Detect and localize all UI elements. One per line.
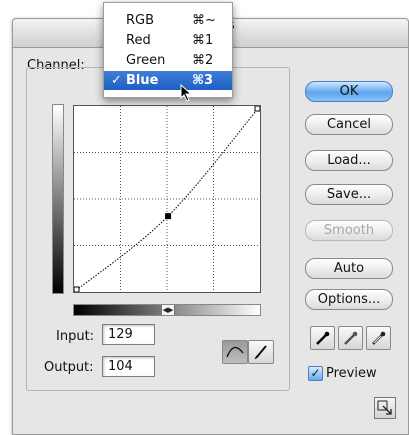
black-eyedropper-icon [316, 331, 330, 345]
menu-item-label: Red [126, 33, 151, 48]
menu-item-label: Green [126, 53, 166, 68]
pencil-icon [254, 345, 267, 360]
white-eyedropper-icon [372, 331, 386, 345]
menu-item-label: RGB [126, 13, 155, 28]
curve-tools [222, 340, 274, 364]
menu-item-shortcut: ⌘2 [192, 53, 214, 68]
curve-endpoint[interactable] [74, 286, 80, 292]
curve-graph[interactable] [73, 105, 261, 293]
white-eyedropper-button[interactable] [366, 326, 391, 350]
pencil-tool[interactable] [248, 340, 274, 364]
cancel-button[interactable]: Cancel [305, 114, 393, 135]
output-label: Output: [44, 360, 94, 375]
ok-button[interactable]: OK [305, 81, 393, 102]
expand-dialog-button[interactable] [374, 397, 396, 419]
channel-dropdown-menu[interactable]: RGB ⌘~ Red ⌘1 Green ⌘2 ✓ Blue ⌘3 [103, 2, 233, 98]
preview-checkbox[interactable]: ✓ [308, 366, 323, 381]
input-label: Input: [56, 329, 95, 344]
output-gradient-bar [52, 104, 64, 294]
gray-eyedropper-button[interactable] [338, 326, 363, 350]
expand-icon [377, 400, 392, 415]
input-gradient-bar: ◀▶ [73, 304, 261, 316]
input-field[interactable]: 129 [102, 324, 155, 345]
output-field[interactable]: 104 [102, 356, 155, 377]
curve-endpoint[interactable] [254, 106, 260, 112]
curve-point-tool[interactable] [222, 340, 248, 364]
menu-item-green[interactable]: Green ⌘2 [104, 51, 232, 70]
menu-item-shortcut: ⌘3 [192, 73, 214, 88]
curve-graph-svg [74, 106, 260, 292]
menu-item-shortcut: ⌘~ [192, 13, 216, 28]
smooth-button: Smooth [305, 220, 393, 241]
load-button[interactable]: Load... [305, 150, 393, 171]
menu-checkmark: ✓ [111, 73, 122, 88]
mouse-cursor-icon [180, 83, 194, 106]
curve-grid [74, 106, 260, 292]
menu-item-label: Blue [126, 73, 159, 88]
curve-control-point[interactable] [165, 213, 172, 220]
curve-tool-icon [226, 346, 244, 358]
preview-label: Preview [326, 366, 377, 381]
options-button[interactable]: Options... [305, 289, 393, 310]
checkmark-icon: ✓ [310, 366, 321, 380]
gradient-toggle-icon[interactable]: ◀▶ [161, 305, 175, 315]
black-eyedropper-button[interactable] [310, 326, 335, 350]
menu-item-red[interactable]: Red ⌘1 [104, 31, 232, 50]
menu-item-shortcut: ⌘1 [192, 33, 214, 48]
menu-item-rgb[interactable]: RGB ⌘~ [104, 11, 232, 30]
auto-button[interactable]: Auto [305, 258, 393, 279]
menu-item-blue[interactable]: ✓ Blue ⌘3 [104, 71, 232, 90]
save-button[interactable]: Save... [305, 184, 393, 205]
gray-eyedropper-icon [344, 331, 358, 345]
